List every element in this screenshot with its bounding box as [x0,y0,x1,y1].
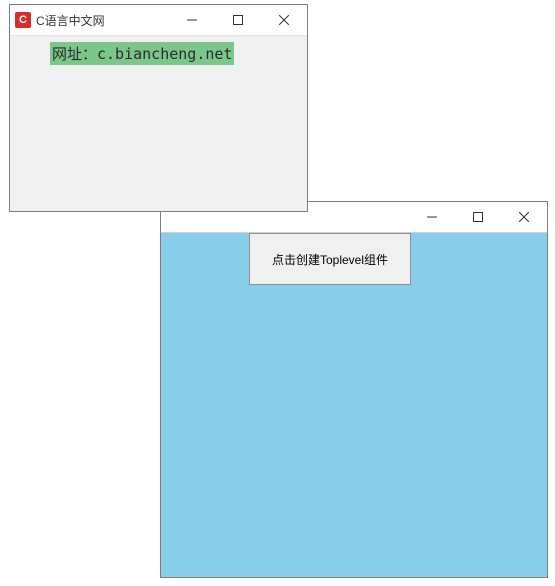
toplevel-window-icon-slot: C [10,5,36,35]
minimize-button[interactable] [169,5,215,35]
maximize-icon [473,212,483,222]
close-button[interactable] [501,202,547,232]
app-icon-letter: C [19,14,27,26]
close-button[interactable] [261,5,307,35]
maximize-button[interactable] [215,5,261,35]
minimize-button[interactable] [409,202,455,232]
url-label: 网址：c.biancheng.net [50,42,234,65]
toplevel-window-title: C语言中文网 [36,12,105,29]
create-toplevel-button-label: 点击创建Toplevel组件 [272,251,388,268]
app-icon: C [15,12,31,28]
maximize-icon [233,15,243,25]
toplevel-titlebar[interactable]: C C语言中文网 [10,5,307,36]
minimize-icon [427,212,437,222]
toplevel-window: C C语言中文网 网址：c.biancheng.net [9,4,308,212]
create-toplevel-button[interactable]: 点击创建Toplevel组件 [249,233,411,285]
toplevel-client-area: 网址：c.biancheng.net [10,36,307,211]
main-client-area: 点击创建Toplevel组件 [161,233,547,577]
minimize-icon [187,15,197,25]
maximize-button[interactable] [455,202,501,232]
main-window: 点击创建Toplevel组件 [160,201,548,578]
close-icon [519,212,529,222]
close-icon [279,15,289,25]
